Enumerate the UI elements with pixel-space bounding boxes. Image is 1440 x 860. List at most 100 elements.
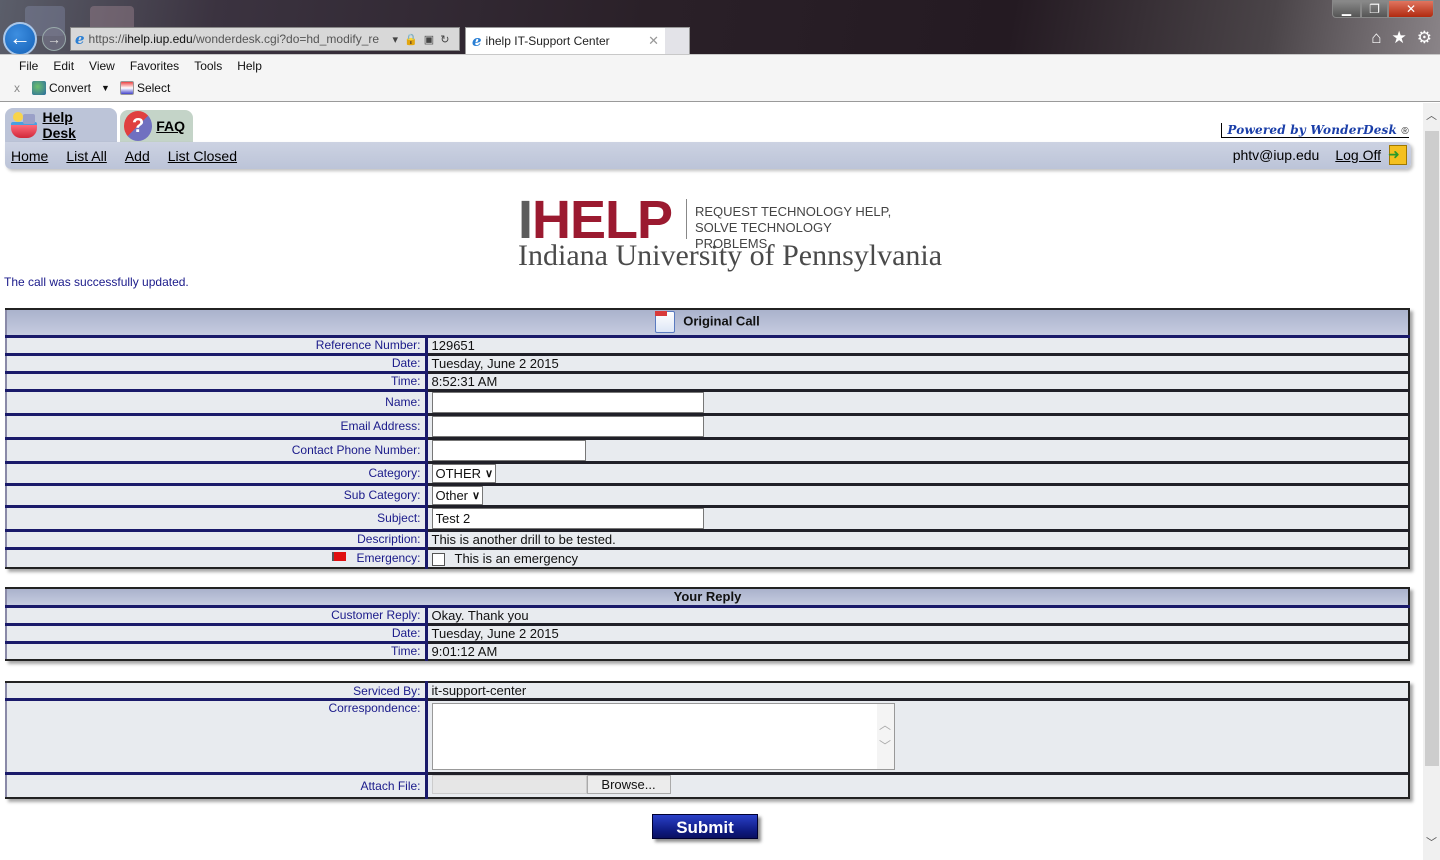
logo-wordmark: IHELP xyxy=(518,190,673,250)
tab-help-desk[interactable]: Help Desk xyxy=(5,108,117,142)
nav-list-closed[interactable]: List Closed xyxy=(168,148,237,164)
tab-faq[interactable]: ? FAQ xyxy=(120,110,193,142)
description-label: Description: xyxy=(6,530,428,550)
description-value: This is another drill to be tested. xyxy=(426,530,1409,550)
correspondence-textarea[interactable]: ︿ ﹀ xyxy=(431,703,895,770)
scroll-down-icon[interactable]: ﹀ xyxy=(877,737,894,754)
home-icon[interactable]: ⌂ xyxy=(1371,28,1381,48)
scroll-up-icon[interactable]: ︿ xyxy=(877,716,894,733)
tab-help-desk-label[interactable]: Help Desk xyxy=(42,109,109,141)
original-call-title: Original Call xyxy=(683,313,760,329)
reply-time-label: Time: xyxy=(6,642,428,660)
nav-add[interactable]: Add xyxy=(125,148,150,164)
your-reply-table: Your Reply Customer Reply: Okay. Thank yo… xyxy=(5,587,1410,661)
document-icon xyxy=(655,311,676,334)
window-controls: ▁ ❐ ✕ xyxy=(1332,0,1434,18)
user-email: phtv@iup.edu xyxy=(1232,147,1320,163)
page-scrollbar[interactable]: ︿ ﹀ xyxy=(1423,103,1440,860)
category-label: Category: xyxy=(6,462,428,486)
back-button[interactable]: ← xyxy=(3,22,37,56)
subcategory-selected: Other xyxy=(435,487,469,503)
page-content: Help Desk ? FAQ Powered by WonderDesk ® … xyxy=(0,103,1423,860)
attach-file-input[interactable]: Browse... xyxy=(431,775,671,794)
emergency-label: Emergency: xyxy=(356,551,421,566)
compat-view-icon[interactable]: ▣ xyxy=(424,33,434,46)
customer-reply-label: Customer Reply: xyxy=(6,606,428,626)
menu-help[interactable]: Help xyxy=(237,59,262,73)
convert-dropdown-icon[interactable]: ▼ xyxy=(101,83,110,93)
dropdown-icon[interactable]: ▾ xyxy=(393,33,399,46)
serviced-by-label: Serviced By: xyxy=(6,682,428,701)
browse-button[interactable]: Browse... xyxy=(586,775,671,794)
question-icon: ? xyxy=(124,111,153,141)
menu-edit[interactable]: Edit xyxy=(53,59,74,73)
convert-button[interactable]: Convert xyxy=(49,81,91,95)
select-button[interactable]: Select xyxy=(137,81,170,95)
log-off-icon[interactable] xyxy=(1388,145,1407,165)
reply-date-label: Date: xyxy=(6,624,428,644)
university-name: Indiana University of Pennsylvania xyxy=(518,239,943,272)
reply-date-value: Tuesday, June 2 2015 xyxy=(426,624,1409,644)
logo-divider xyxy=(686,199,687,239)
subcategory-select[interactable]: Other ∨ xyxy=(431,485,484,505)
url-path: /wonderdesk.cgi?do=hd_modify_re xyxy=(192,32,380,46)
menu-favorites[interactable]: Favorites xyxy=(130,59,179,73)
address-bar[interactable]: e https://ihelp.iup.edu/wonderdesk.cgi?d… xyxy=(70,27,460,51)
browser-tab[interactable]: e ihelp IT-Support Center ✕ xyxy=(465,27,690,54)
textarea-scrollbar[interactable]: ︿ ﹀ xyxy=(876,704,894,769)
menu-tools[interactable]: Tools xyxy=(194,59,222,73)
nav-home[interactable]: Home xyxy=(11,148,48,164)
new-tab-button[interactable] xyxy=(665,28,689,54)
email-input[interactable] xyxy=(431,415,704,437)
nav-bar: Home List All Add List Closed phtv@iup.e… xyxy=(5,142,1411,169)
favorites-star-icon[interactable]: ★ xyxy=(1392,28,1407,48)
status-message: The call was successfully updated. xyxy=(4,275,189,289)
minimize-button[interactable]: ▁ xyxy=(1332,0,1361,18)
close-window-button[interactable]: ✕ xyxy=(1388,0,1434,18)
registered-mark: ® xyxy=(1401,126,1409,137)
menu-file[interactable]: File xyxy=(19,59,38,73)
attach-file-label: Attach File: xyxy=(6,773,428,798)
menu-view[interactable]: View xyxy=(89,59,115,73)
file-path-field[interactable] xyxy=(431,775,587,794)
powered-by-link[interactable]: Powered by WonderDesk ® xyxy=(1221,123,1409,138)
phone-label: Contact Phone Number: xyxy=(6,438,428,464)
category-selected: OTHER xyxy=(435,465,482,481)
category-select[interactable]: OTHER ∨ xyxy=(431,463,497,483)
convert-pdf-icon xyxy=(32,81,46,95)
subject-input[interactable] xyxy=(431,507,704,529)
url-prefix: https:// xyxy=(88,32,125,46)
submit-button[interactable]: Submit xyxy=(652,814,758,839)
restore-button[interactable]: ❐ xyxy=(1361,0,1388,18)
log-off-link[interactable]: Log Off xyxy=(1335,147,1381,163)
service-table: Serviced By: it-support-center Correspond… xyxy=(5,681,1410,799)
scroll-down-icon[interactable]: ﹀ xyxy=(1426,834,1437,850)
nav-list-all[interactable]: List All xyxy=(66,148,106,164)
emergency-checkbox[interactable] xyxy=(431,552,445,566)
scroll-up-icon[interactable]: ︿ xyxy=(1426,107,1437,123)
close-toolbar-icon[interactable]: x xyxy=(14,81,20,95)
lock-icon[interactable]: 🔒 xyxy=(404,33,418,46)
serviced-by-value: it-support-center xyxy=(426,682,1409,701)
red-flag-icon xyxy=(332,552,347,562)
subject-label: Subject: xyxy=(6,506,428,532)
gear-icon[interactable]: ⚙ xyxy=(1417,28,1432,48)
subcategory-label: Sub Category: xyxy=(6,484,428,508)
scrollbar-thumb[interactable] xyxy=(1425,131,1439,766)
name-input[interactable] xyxy=(431,391,704,413)
ie-icon: e xyxy=(472,32,482,50)
menu-bar: File Edit View Favorites Tools Help x Co… xyxy=(0,54,1440,102)
tab-faq-label[interactable]: FAQ xyxy=(156,118,185,134)
chevron-down-icon: ∨ xyxy=(485,467,494,480)
url-text[interactable]: https://ihelp.iup.edu/wonderdesk.cgi?do=… xyxy=(89,32,387,46)
email-label: Email Address: xyxy=(6,414,428,440)
ihelp-logo: IHELP REQUEST TECHNOLOGY HELP, SOLVE TEC… xyxy=(518,190,942,275)
date-value: Tuesday, June 2 2015 xyxy=(426,354,1409,374)
tab-title: ihelp IT-Support Center xyxy=(485,34,610,48)
forward-button[interactable]: → xyxy=(42,27,66,51)
original-call-table: Original Call Reference Number: 129651 Da… xyxy=(5,308,1410,569)
ie-icon: e xyxy=(75,30,85,48)
refresh-icon[interactable]: ↻ xyxy=(440,33,449,46)
phone-input[interactable] xyxy=(431,439,586,461)
close-tab-icon[interactable]: ✕ xyxy=(648,33,659,49)
